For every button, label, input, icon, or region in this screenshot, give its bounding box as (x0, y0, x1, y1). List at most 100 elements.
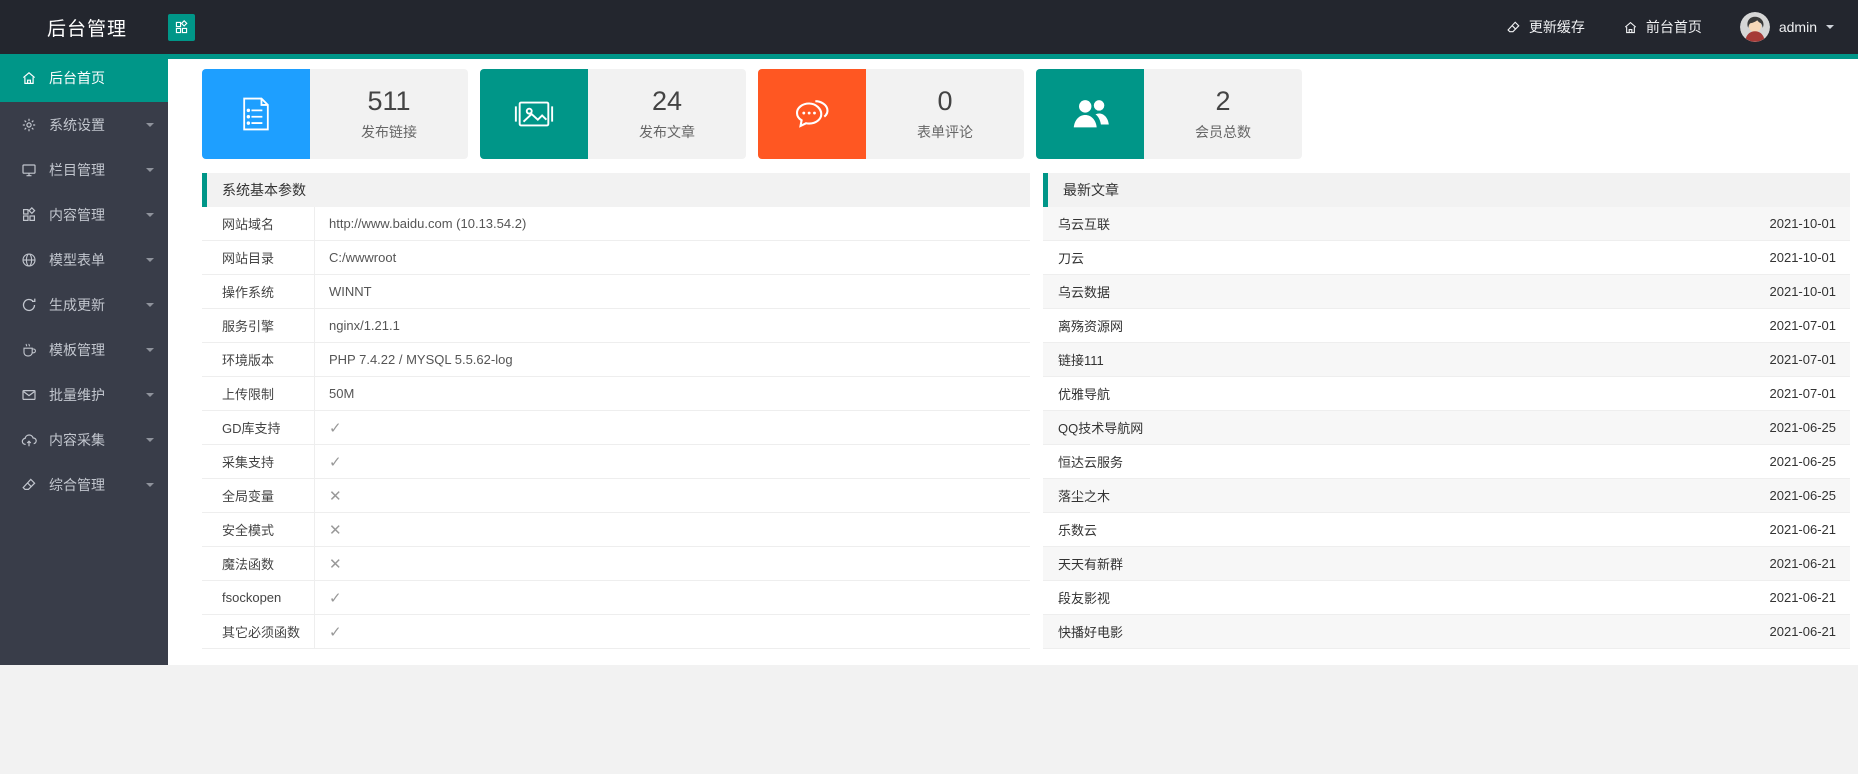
article-date: 2021-07-01 (1769, 318, 1837, 333)
stat-label: 发布链接 (361, 124, 417, 140)
chevron-down-icon (1826, 25, 1834, 33)
param-value: ✓ (329, 589, 342, 607)
latest-articles-panel: 最新文章 乌云互联 2021-10-01 刀云 2021-10-01 乌云数据 … (1043, 173, 1850, 649)
update-cache-button[interactable]: 更新缓存 (1506, 17, 1585, 37)
sidebar-item-templates[interactable]: 模板管理 (0, 327, 168, 372)
article-row[interactable]: 段友影视 2021-06-21 (1043, 581, 1850, 615)
param-value: ✓ (329, 453, 342, 471)
article-row[interactable]: 天天有新群 2021-06-21 (1043, 547, 1850, 581)
param-label: GD库支持 (202, 411, 315, 444)
article-date: 2021-10-01 (1769, 250, 1837, 265)
sidebar-item-content[interactable]: 内容管理 (0, 192, 168, 237)
chevron-down-icon (146, 122, 154, 131)
article-row[interactable]: 乌云互联 2021-10-01 (1043, 207, 1850, 241)
comment-icon (758, 69, 866, 159)
chevron-down-icon (146, 212, 154, 221)
sidebar-item-collect[interactable]: 内容采集 (0, 417, 168, 462)
image-icon (480, 69, 588, 159)
app-title: 后台管理 (47, 18, 128, 40)
username: admin (1778, 19, 1817, 35)
monitor-icon (21, 162, 39, 178)
article-row[interactable]: 优雅导航 2021-07-01 (1043, 377, 1850, 411)
layout-icon (21, 206, 39, 223)
param-row: 上传限制 50M (202, 377, 1030, 411)
article-row[interactable]: 刀云 2021-10-01 (1043, 241, 1850, 275)
user-menu[interactable]: admin (1739, 12, 1834, 42)
system-params-panel: 系统基本参数 网站域名 http://www.baidu.com (10.13.… (202, 173, 1030, 649)
articles-list: 乌云互联 2021-10-01 刀云 2021-10-01 乌云数据 2021-… (1043, 207, 1850, 649)
param-value: WINNT (329, 284, 372, 299)
update-cache-label: 更新缓存 (1528, 19, 1585, 35)
frontend-home-button[interactable]: 前台首页 (1623, 17, 1702, 37)
eraser-icon (1506, 20, 1521, 35)
sidebar-item-settings[interactable]: 系统设置 (0, 102, 168, 147)
panels: 系统基本参数 网站域名 http://www.baidu.com (10.13.… (202, 173, 1850, 649)
article-row[interactable]: 快播好电影 2021-06-21 (1043, 615, 1850, 649)
sidebar-item-misc[interactable]: 综合管理 (0, 462, 168, 507)
frontend-home-label: 前台首页 (1645, 19, 1702, 35)
chevron-down-icon (146, 257, 154, 266)
cup-icon (21, 342, 39, 358)
article-title: 离殇资源网 (1058, 319, 1124, 334)
param-label: 采集支持 (202, 445, 315, 478)
param-value: PHP 7.4.22 / MYSQL 5.5.62-log (329, 352, 513, 367)
sidebar-item-forms[interactable]: 模型表单 (0, 237, 168, 282)
article-row[interactable]: QQ技术导航网 2021-06-25 (1043, 411, 1850, 445)
article-title: 链接111 (1058, 353, 1104, 368)
article-row[interactable]: 链接111 2021-07-01 (1043, 343, 1850, 377)
param-row: 网站域名 http://www.baidu.com (10.13.54.2) (202, 207, 1030, 241)
article-title: 乌云互联 (1058, 217, 1111, 232)
param-label: 操作系统 (202, 275, 315, 308)
system-params-table: 网站域名 http://www.baidu.com (10.13.54.2) 网… (202, 207, 1030, 649)
stat-value: 2 (1215, 86, 1231, 116)
article-date: 2021-06-25 (1769, 488, 1837, 503)
stat-label: 会员总数 (1195, 124, 1251, 140)
param-label: 其它必须函数 (202, 615, 315, 648)
stat-value: 24 (651, 86, 683, 116)
sidebar-item-generate[interactable]: 生成更新 (0, 282, 168, 327)
param-row: 全局变量 ✕ (202, 479, 1030, 513)
article-date: 2021-07-01 (1769, 352, 1837, 367)
article-row[interactable]: 离殇资源网 2021-07-01 (1043, 309, 1850, 343)
top-bar: 后台管理 更新缓存 前台首页 admin (0, 0, 1858, 54)
grid-icon (174, 19, 189, 35)
article-title: 段友影视 (1058, 591, 1111, 606)
param-label: 上传限制 (202, 377, 315, 410)
chevron-down-icon (146, 167, 154, 176)
stat-label: 表单评论 (917, 124, 973, 140)
sidebar-item-batch[interactable]: 批量维护 (0, 372, 168, 417)
article-title: 刀云 (1058, 251, 1085, 266)
article-date: 2021-07-01 (1769, 386, 1837, 401)
article-date: 2021-06-21 (1769, 624, 1837, 639)
param-value: ✓ (329, 623, 342, 641)
article-row[interactable]: 乐数云 2021-06-21 (1043, 513, 1850, 547)
article-row[interactable]: 恒达云服务 2021-06-25 (1043, 445, 1850, 479)
param-value: 50M (329, 386, 355, 401)
article-title: 落尘之木 (1058, 489, 1111, 504)
avatar (1739, 12, 1770, 42)
stat-cards: 511 发布链接 24 发布文章 0 表单评论 2 会员总数 (202, 69, 1850, 159)
article-row[interactable]: 乌云数据 2021-10-01 (1043, 275, 1850, 309)
chevron-down-icon (146, 482, 154, 491)
param-row: GD库支持 ✓ (202, 411, 1030, 445)
grid-toggle-button[interactable] (168, 13, 195, 41)
article-row[interactable]: 落尘之木 2021-06-25 (1043, 479, 1850, 513)
sidebar-item-columns[interactable]: 栏目管理 (0, 147, 168, 192)
sidebar-menu: 后台首页 系统设置 栏目管理 内容管理 模型表单 生成更新 模板管理 批量维护 (0, 54, 168, 507)
sidebar-item-home[interactable]: 后台首页 (0, 54, 168, 102)
chevron-down-icon (146, 347, 154, 356)
cloud-icon (21, 432, 39, 448)
param-row: 魔法函数 ✕ (202, 547, 1030, 581)
param-label: 网站目录 (202, 241, 315, 274)
article-date: 2021-06-25 (1769, 420, 1837, 435)
param-row: 采集支持 ✓ (202, 445, 1030, 479)
param-row: 网站目录 C:/wwwroot (202, 241, 1030, 275)
param-row: 安全模式 ✕ (202, 513, 1030, 547)
stat-label: 发布文章 (639, 124, 695, 140)
stat-card-articles: 24 发布文章 (480, 69, 746, 159)
article-date: 2021-10-01 (1769, 216, 1837, 231)
param-value: ✕ (329, 521, 342, 539)
stat-card-members: 2 会员总数 (1036, 69, 1302, 159)
stat-card-comments: 0 表单评论 (758, 69, 1024, 159)
param-row: 服务引擎 nginx/1.21.1 (202, 309, 1030, 343)
